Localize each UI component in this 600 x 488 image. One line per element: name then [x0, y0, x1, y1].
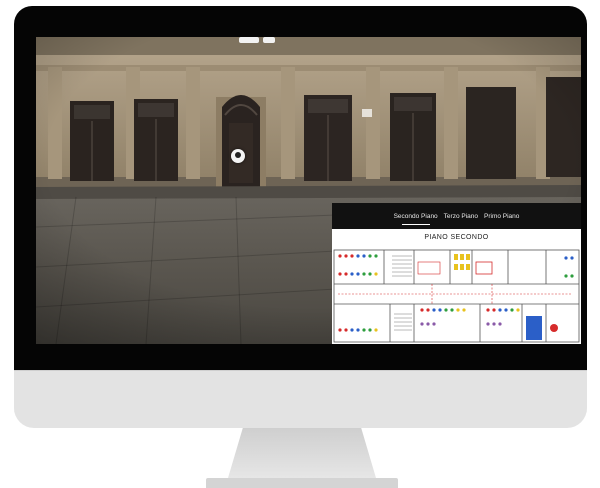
viewer-mode-button[interactable]	[239, 37, 259, 43]
plan-title: PIANO SECONDO	[424, 234, 489, 241]
plan-route	[338, 284, 572, 304]
monitor-chin	[14, 370, 587, 428]
tab-secondo-piano[interactable]: Secondo Piano	[394, 211, 438, 225]
floor-plan-map[interactable]	[332, 248, 581, 344]
monitor-stand-neck	[228, 428, 376, 478]
plan-blue-room	[526, 316, 542, 340]
stairs	[392, 255, 412, 331]
viewer-top-controls	[239, 37, 275, 43]
virtual-tour-screen: Secondo Piano Terzo Piano Primo Piano PI…	[36, 37, 581, 344]
floor-tabs: Secondo Piano Terzo Piano Primo Piano	[332, 203, 581, 229]
tab-primo-piano[interactable]: Primo Piano	[484, 211, 519, 222]
yellow-desks	[454, 254, 470, 270]
viewer-toggle-button[interactable]	[263, 37, 275, 43]
plan-red-room	[475, 261, 493, 275]
floor-plan-panel: Secondo Piano Terzo Piano Primo Piano PI…	[332, 203, 581, 344]
location-pin-icon[interactable]	[231, 149, 245, 163]
location-pin-dot	[235, 152, 241, 158]
plan-walls	[333, 249, 580, 343]
plan-red-room-2	[417, 261, 441, 275]
tab-terzo-piano[interactable]: Terzo Piano	[444, 211, 478, 222]
monitor-stand-foot	[206, 478, 398, 488]
plan-location-marker	[550, 324, 558, 332]
